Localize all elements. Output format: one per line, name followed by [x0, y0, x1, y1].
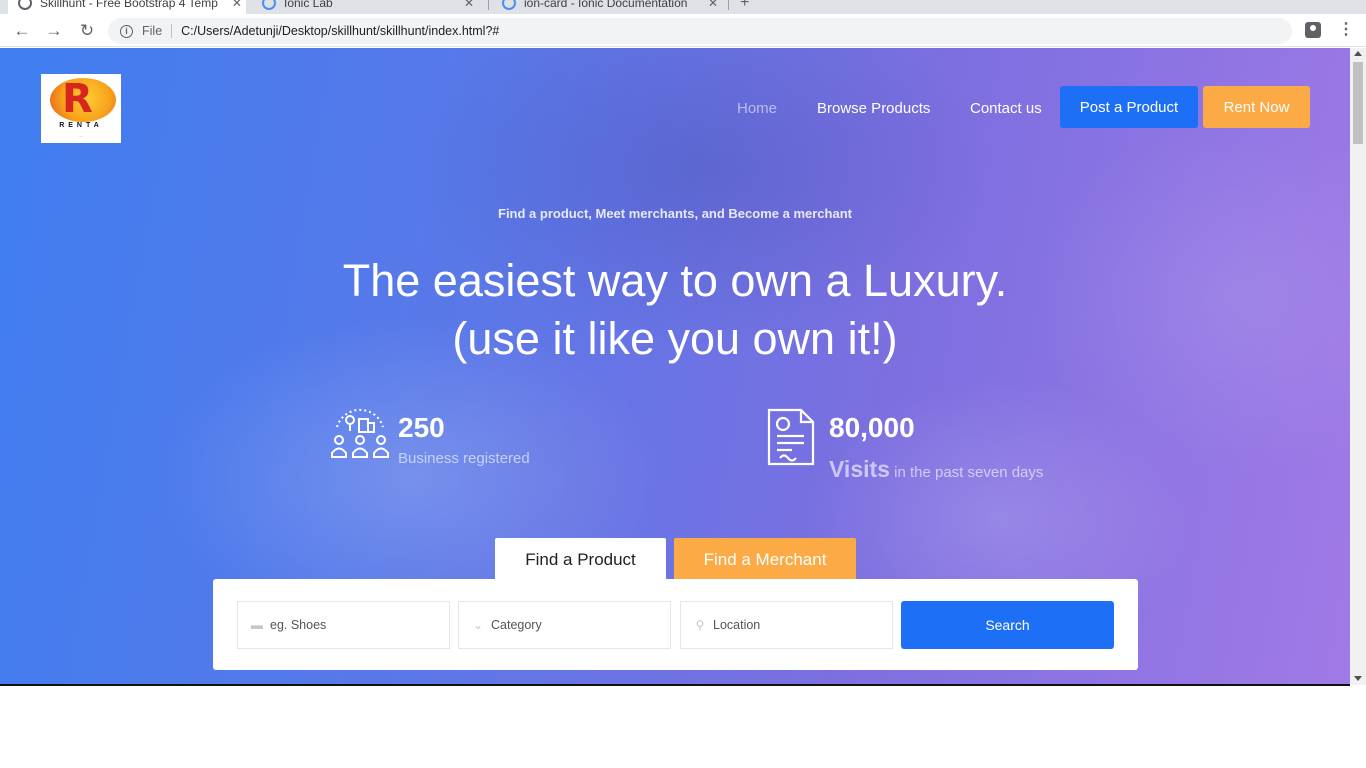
file-label: File [142, 24, 163, 38]
keyword-placeholder: eg. Shoes [270, 618, 327, 632]
scroll-down-icon[interactable] [1354, 676, 1362, 681]
ionic-icon [502, 0, 516, 10]
tab-find-merchant[interactable]: Find a Merchant [674, 538, 856, 582]
nav-home[interactable]: Home [737, 100, 777, 117]
search-panel: ▬ eg. Shoes ⌄ Category ⚲ Location Search [213, 579, 1138, 670]
reload-icon[interactable]: ↻ [76, 20, 98, 42]
viewport-bottom-border [0, 684, 1350, 686]
forward-arrow-icon[interactable]: → [43, 20, 65, 42]
stat-visits-label-text: in the past seven days [894, 464, 1044, 481]
tab-title: Skillhunt - Free Bootstrap 4 Temp [40, 0, 218, 10]
browser-toolbar: ← → ↻ i File C:/Users/Adetunji/Desktop/s… [0, 14, 1366, 47]
browser-tabstrip: Skillhunt - Free Bootstrap 4 Temp ✕ Ioni… [0, 0, 1366, 14]
close-tab-icon[interactable]: ✕ [464, 0, 474, 10]
tab-separator [488, 0, 489, 10]
hero-section: R RENTA ... Home Browse Products Contact… [0, 48, 1350, 685]
site-logo[interactable]: R RENTA ... [41, 74, 121, 143]
business-people-icon [331, 408, 389, 458]
stat-visits-number: 80,000 [829, 412, 915, 443]
page-scrollbar[interactable] [1350, 48, 1366, 685]
search-button[interactable]: Search [901, 601, 1114, 649]
document-icon [767, 408, 815, 466]
rent-now-button[interactable]: Rent Now [1203, 86, 1310, 128]
browser-tab-skillhunt[interactable]: Skillhunt - Free Bootstrap 4 Temp ✕ [8, 0, 246, 14]
stat-business-number: 250 [398, 412, 445, 443]
globe-icon [18, 0, 32, 10]
briefcase-icon: ▬ [251, 618, 263, 632]
location-placeholder: Location [713, 618, 761, 632]
chevron-down-icon: ⌄ [472, 618, 484, 632]
tab-find-product[interactable]: Find a Product [495, 538, 666, 582]
kebab-menu-icon[interactable]: ⋮ [1338, 20, 1354, 42]
map-pin-icon: ⚲ [695, 618, 705, 632]
headline-line-2: (use it like you own it!) [452, 313, 898, 364]
nav-browse-products[interactable]: Browse Products [817, 100, 930, 117]
info-icon[interactable]: i [120, 24, 133, 38]
scroll-up-icon[interactable] [1354, 51, 1362, 56]
new-tab-button[interactable]: + [740, 0, 749, 12]
keyword-field[interactable]: ▬ eg. Shoes [237, 601, 450, 649]
tab-separator [728, 0, 729, 10]
scrollbar-thumb[interactable] [1353, 62, 1363, 144]
logo-name: RENTA [59, 122, 103, 129]
profile-icon[interactable] [1305, 22, 1321, 38]
category-select[interactable]: ⌄ Category [458, 601, 671, 649]
category-placeholder: Category [491, 618, 542, 632]
stat-visits-label: Visits in the past seven days [829, 456, 1043, 483]
url-text[interactable]: C:/Users/Adetunji/Desktop/skillhunt/skil… [181, 24, 499, 38]
tab-title: Ionic Lab [284, 0, 333, 10]
close-tab-icon[interactable]: ✕ [708, 0, 718, 10]
stat-business-label: Business registered [398, 450, 530, 467]
logo-letter: R [62, 76, 93, 122]
ionic-icon [262, 0, 276, 10]
browser-tab-ion-card[interactable]: ion-card - Ionic Documentation ✕ [492, 0, 728, 14]
nav-contact-us[interactable]: Contact us [970, 100, 1042, 117]
post-product-button[interactable]: Post a Product [1060, 86, 1198, 128]
logo-tagline: ... [79, 133, 83, 138]
location-field[interactable]: ⚲ Location [680, 601, 893, 649]
browser-tab-ionic-lab[interactable]: Ionic Lab ✕ [252, 0, 484, 14]
headline-line-1: The easiest way to own a Luxury. [342, 255, 1008, 306]
omnibox-separator [171, 24, 173, 38]
stat-visits-label-bold: Visits [829, 456, 890, 482]
address-bar[interactable]: i File C:/Users/Adetunji/Desktop/skillhu… [108, 18, 1292, 44]
tab-title: ion-card - Ionic Documentation [524, 0, 688, 10]
hero-tagline: Find a product, Meet merchants, and Beco… [498, 206, 852, 221]
hero-headline: The easiest way to own a Luxury. (use it… [0, 252, 1350, 368]
back-arrow-icon[interactable]: ← [11, 20, 33, 42]
close-tab-icon[interactable]: ✕ [232, 0, 242, 10]
